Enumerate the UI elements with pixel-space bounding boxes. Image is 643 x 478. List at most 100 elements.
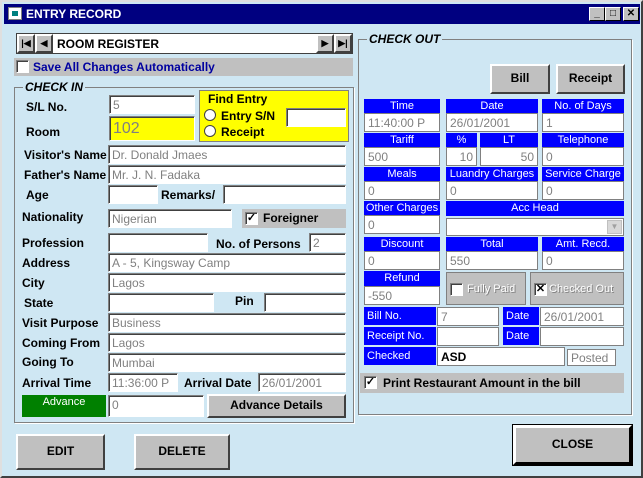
arrival-time-field[interactable]: 11:36:00 P: [108, 373, 178, 392]
discount-field[interactable]: 0: [364, 251, 440, 270]
visit-purpose-field[interactable]: Business: [108, 313, 346, 332]
city-label: City: [22, 276, 45, 290]
coming-from-field[interactable]: Lagos: [108, 333, 346, 352]
sl-no-field[interactable]: 5: [109, 95, 195, 114]
refund-header: Refund: [364, 271, 440, 286]
minimize-button[interactable]: _: [589, 7, 605, 21]
date-field[interactable]: 26/01/2001: [446, 113, 538, 132]
close-button[interactable]: CLOSE: [512, 424, 633, 466]
city-field[interactable]: Lagos: [108, 273, 346, 292]
meals-field[interactable]: 0: [364, 181, 440, 200]
discount-header: Discount: [364, 237, 440, 252]
delete-button[interactable]: DELETE: [134, 434, 230, 470]
last-record-button[interactable]: ▶|: [334, 34, 352, 53]
address-label: Address: [22, 256, 71, 270]
telephone-field[interactable]: 0: [542, 147, 624, 166]
foreigner-checkbox[interactable]: ✓: [245, 212, 258, 225]
pin-field[interactable]: [264, 293, 346, 312]
going-to-field[interactable]: Mumbai: [108, 353, 346, 372]
lt-field[interactable]: 50: [480, 147, 538, 166]
laundry-field[interactable]: 0: [446, 181, 538, 200]
acc-head-select[interactable]: ▼: [446, 218, 624, 236]
acc-head-header: Acc Head: [446, 201, 624, 216]
prev-record-button[interactable]: ◀: [35, 34, 53, 53]
entry-sn-radio[interactable]: [204, 109, 216, 121]
save-all-checkbox[interactable]: [16, 60, 29, 73]
window-title: ENTRY RECORD: [26, 7, 122, 21]
tariff-field[interactable]: 500: [364, 147, 440, 166]
tariff-header: Tariff: [364, 133, 440, 148]
record-navigator: |◀ ◀ ROOM REGISTER ▶ ▶|: [16, 33, 353, 54]
service-field[interactable]: 0: [542, 181, 624, 200]
checked-out-checkbox[interactable]: ✕: [534, 283, 547, 296]
visit-purpose-label: Visit Purpose: [22, 316, 99, 330]
days-header: No. of Days: [542, 99, 624, 114]
going-to-label: Going To: [22, 355, 74, 369]
age-label: Age: [26, 188, 49, 202]
time-field[interactable]: 11:40:00 P: [364, 113, 440, 132]
pct-field[interactable]: 10: [446, 147, 477, 166]
total-field[interactable]: 550: [446, 251, 538, 270]
state-field[interactable]: [108, 293, 214, 312]
print-restaurant-label: Print Restaurant Amount in the bill: [383, 376, 581, 390]
receipt-date-field[interactable]: [540, 327, 624, 346]
days-field[interactable]: 1: [542, 113, 624, 132]
address-field[interactable]: A - 5, Kingsway Camp: [108, 253, 346, 272]
other-charges-field[interactable]: 0: [364, 215, 440, 234]
persons-field[interactable]: 2: [309, 233, 346, 252]
amt-recd-field[interactable]: 0: [542, 251, 624, 270]
advance-details-button[interactable]: Advance Details: [207, 394, 346, 418]
maximize-button[interactable]: □: [605, 7, 621, 21]
title-bar: ENTRY RECORD _ □ ✕: [4, 4, 640, 24]
dropdown-arrow-icon[interactable]: ▼: [607, 220, 622, 234]
foreigner-row: ✓ Foreigner: [242, 209, 346, 228]
other-charges-header: Other Charges: [364, 201, 440, 216]
bill-date-label: Date: [503, 307, 539, 325]
arrival-date-label: Arrival Date: [184, 376, 252, 390]
fully-paid-label: Fully Paid: [467, 283, 516, 295]
amt-recd-header: Amt. Recd.: [542, 237, 624, 252]
date-header: Date: [446, 99, 538, 114]
fully-paid-row: Fully Paid: [446, 272, 526, 305]
remarks-field[interactable]: [223, 185, 346, 204]
save-all-label: Save All Changes Automatically: [33, 60, 215, 74]
profession-field[interactable]: [108, 233, 208, 252]
nationality-field[interactable]: Nigerian: [108, 209, 232, 228]
refund-field[interactable]: -550: [364, 286, 440, 305]
arrival-date-field[interactable]: 26/01/2001: [258, 373, 346, 392]
bill-date-field[interactable]: 26/01/2001: [540, 307, 624, 326]
visitor-name-field[interactable]: Dr. Donald Jmaes: [108, 145, 346, 164]
father-name-field[interactable]: Mr. J. N. Fadaka: [108, 165, 346, 184]
service-header: Service Charge: [542, 167, 624, 182]
bill-no-field[interactable]: 7: [437, 307, 499, 326]
coming-from-label: Coming From: [22, 336, 100, 350]
find-entry-box: Find Entry Entry S/N Receipt: [199, 90, 349, 142]
persons-label: No. of Persons: [216, 237, 301, 251]
room-field[interactable]: 102: [109, 116, 195, 141]
telephone-header: Telephone: [542, 133, 624, 148]
edit-button[interactable]: EDIT: [16, 434, 105, 470]
advance-field[interactable]: 0: [108, 395, 204, 417]
receipt-date-label: Date: [503, 327, 539, 345]
next-record-button[interactable]: ▶: [316, 34, 334, 53]
father-name-label: Father's Name: [24, 168, 107, 182]
checked-out-label: Checked Out: [549, 283, 614, 295]
checked-by-field[interactable]: ASD: [437, 347, 565, 366]
fully-paid-checkbox[interactable]: [450, 283, 463, 296]
room-label: Room: [26, 125, 60, 139]
entry-record-window: ENTRY RECORD _ □ ✕ |◀ ◀ ROOM REGISTER ▶ …: [0, 0, 643, 478]
receipt-button[interactable]: Receipt: [556, 64, 625, 94]
close-window-button[interactable]: ✕: [623, 7, 639, 21]
receipt-radio[interactable]: [204, 125, 216, 137]
receipt-no-field[interactable]: [437, 327, 499, 346]
pct-header: %: [446, 133, 477, 148]
find-entry-field[interactable]: [286, 108, 346, 127]
age-field[interactable]: [108, 185, 158, 204]
print-restaurant-checkbox[interactable]: ✓: [364, 376, 377, 389]
time-header: Time: [364, 99, 440, 114]
checked-by-label: Checked: [364, 347, 436, 365]
first-record-button[interactable]: |◀: [17, 34, 35, 53]
navigator-label: ROOM REGISTER: [57, 37, 160, 51]
bill-button[interactable]: Bill: [490, 64, 550, 94]
pin-label: Pin: [235, 294, 254, 308]
